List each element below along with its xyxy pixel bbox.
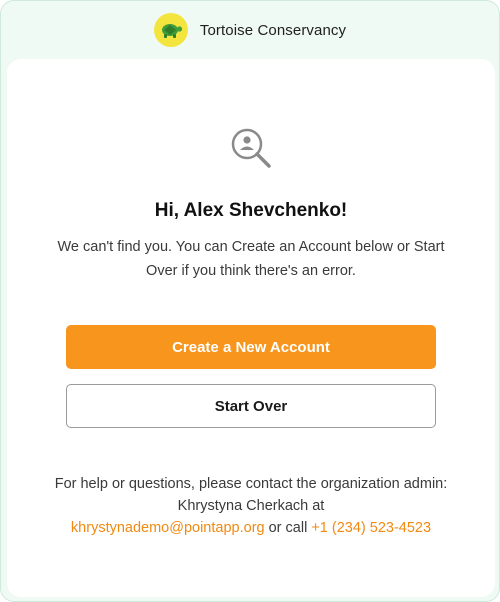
start-over-button[interactable]: Start Over xyxy=(66,384,436,428)
app-frame: Tortoise Conservancy Hi, Alex Shevchenko… xyxy=(0,0,500,602)
header: Tortoise Conservancy xyxy=(1,1,499,59)
help-text: For help or questions, please contact th… xyxy=(47,473,455,539)
help-text-or-call: or call xyxy=(264,520,312,536)
logo xyxy=(153,13,188,47)
greeting-heading: Hi, Alex Shevchenko! xyxy=(154,200,348,221)
create-account-button[interactable]: Create a New Account xyxy=(66,325,436,369)
org-name: Tortoise Conservancy xyxy=(199,21,347,39)
not-found-message: We can't find you. You can Create an Acc… xyxy=(57,239,445,279)
main-card: Hi, Alex Shevchenko! We can't find you. … xyxy=(7,59,495,597)
search-person-icon xyxy=(231,128,271,168)
admin-phone-link[interactable]: +1 (234) 523-4523 xyxy=(311,520,431,536)
tortoise-icon xyxy=(161,24,182,38)
admin-email-link[interactable]: khrystynademo@pointapp.org xyxy=(71,520,265,536)
help-text-intro: For help or questions, please contact th… xyxy=(54,476,448,514)
